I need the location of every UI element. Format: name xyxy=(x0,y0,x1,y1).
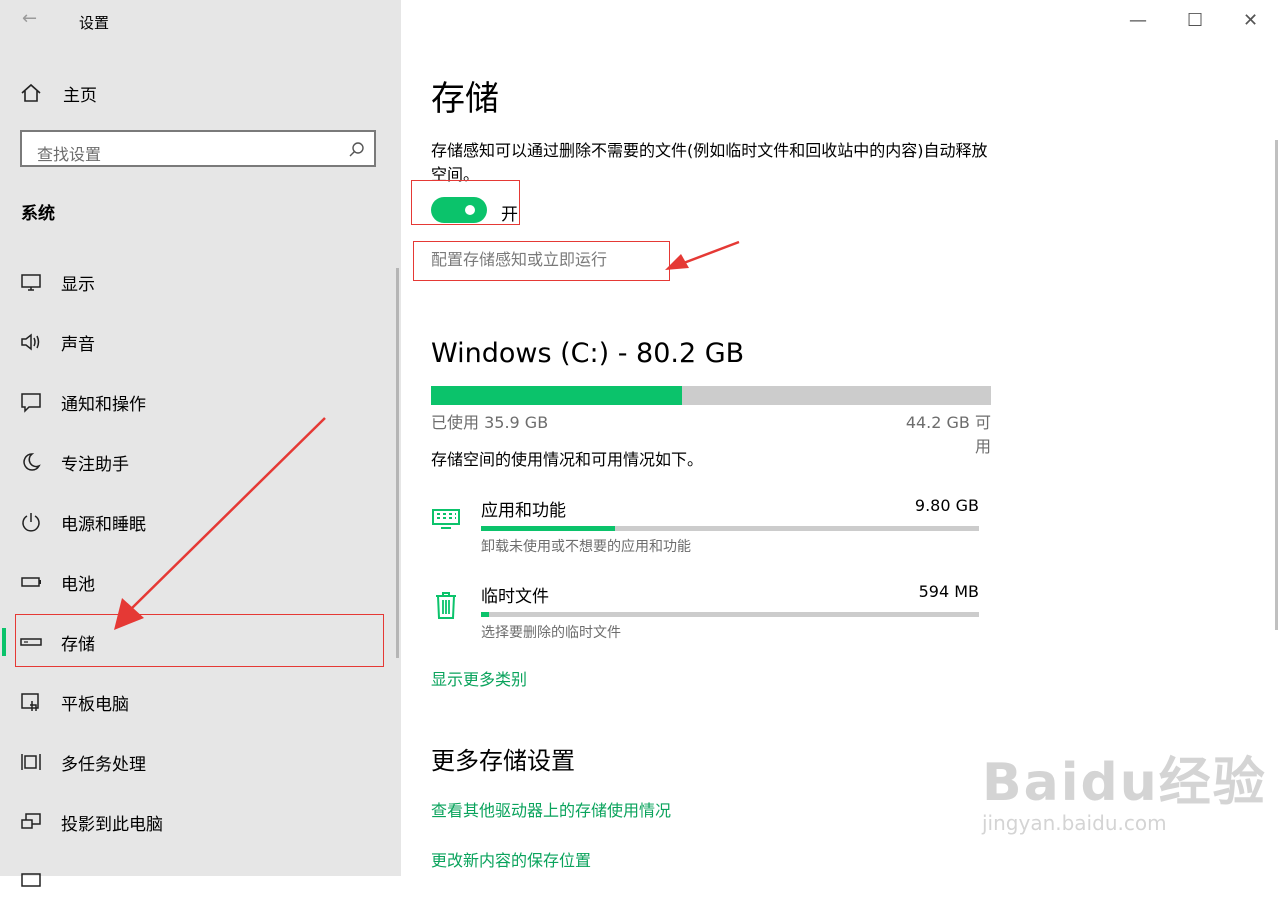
page-title: 存储 xyxy=(431,79,499,119)
drive-title: Windows (C:) - 80.2 GB xyxy=(431,338,745,369)
sidebar-item-home[interactable]: 主页 xyxy=(20,80,97,106)
available-space-label: 44.2 GB 可用 xyxy=(905,413,991,456)
apps-icon xyxy=(432,509,460,529)
sidebar-item-label: 电池 xyxy=(61,574,95,595)
notification-icon xyxy=(21,393,41,413)
category-size: 9.80 GB xyxy=(914,496,979,515)
search-input[interactable]: 查找设置 xyxy=(20,130,376,167)
sidebar-item-display[interactable]: 显示 xyxy=(0,258,401,306)
app-title: 设置 xyxy=(79,14,110,32)
category-bar xyxy=(481,526,979,531)
sidebar-scrollbar[interactable] xyxy=(396,268,399,658)
watermark: Baidu经验 jingyan.baidu.com xyxy=(982,740,1267,835)
search-icon xyxy=(349,142,364,157)
display-icon xyxy=(21,274,41,291)
annotation-box-toggle xyxy=(411,180,520,225)
category-size: 594 MB xyxy=(918,582,979,601)
annotation-arrow-sidebar xyxy=(114,417,326,630)
category-bar xyxy=(481,612,979,617)
sidebar-item-multitasking[interactable]: 多任务处理 xyxy=(0,738,401,786)
category-subtitle: 选择要删除的临时文件 xyxy=(481,625,621,641)
category-name: 临时文件 xyxy=(481,587,549,607)
maximize-button[interactable]: ☐ xyxy=(1187,10,1203,31)
annotation-box-configure xyxy=(413,241,670,281)
back-button[interactable]: ← xyxy=(22,8,37,29)
show-more-categories-link[interactable]: 显示更多类别 xyxy=(431,666,527,690)
speaker-icon xyxy=(21,333,40,351)
minimize-button[interactable]: — xyxy=(1129,10,1147,31)
annotation-arrow-main xyxy=(665,240,740,270)
sidebar-item-label: 投影到此电脑 xyxy=(61,814,163,835)
sidebar-item-tablet[interactable]: 平板电脑 xyxy=(0,678,401,726)
change-save-location-link[interactable]: 更改新内容的保存位置 xyxy=(431,847,591,871)
category-bar-fill xyxy=(481,612,489,617)
trash-icon xyxy=(436,592,456,619)
main-panel: — ☐ ✕ 存储 存储感知可以通过删除不需要的文件(例如临时文件和回收站中的内容… xyxy=(401,0,1282,876)
category-bar-fill xyxy=(481,526,616,531)
home-icon xyxy=(21,83,41,102)
drive-usage-bar xyxy=(431,386,991,405)
tablet-icon xyxy=(21,693,39,711)
usage-intro: 存储空间的使用情况和可用情况如下。 xyxy=(431,450,704,469)
category-apps[interactable]: 应用和功能 9.80 GB 卸载未使用或不想要的应用和功能 xyxy=(431,496,991,566)
project-icon xyxy=(21,813,41,829)
category-name: 应用和功能 xyxy=(481,501,566,521)
category-temp-files[interactable]: 临时文件 594 MB 选择要删除的临时文件 xyxy=(431,582,991,652)
close-button[interactable]: ✕ xyxy=(1243,10,1258,31)
category-subtitle: 卸载未使用或不想要的应用和功能 xyxy=(481,539,691,555)
section-label: 系统 xyxy=(21,204,55,224)
sidebar-item-sound[interactable]: 声音 xyxy=(0,318,401,366)
sidebar: ← 设置 主页 查找设置 系统 显示 声音 通知和操作 专注助手 电源和睡眠 电… xyxy=(0,0,401,887)
moon-icon xyxy=(23,453,41,471)
more-storage-settings-heading: 更多存储设置 xyxy=(431,747,575,775)
other-drives-usage-link[interactable]: 查看其他驱动器上的存储使用情况 xyxy=(431,797,671,821)
sidebar-item-label: 多任务处理 xyxy=(61,754,146,775)
sidebar-item-label: 平板电脑 xyxy=(61,694,129,715)
sidebar-item-label: 声音 xyxy=(61,334,95,355)
battery-icon xyxy=(21,577,41,587)
watermark-brand: Baidu经验 xyxy=(982,753,1267,813)
multitask-icon xyxy=(21,754,41,770)
sidebar-item-project[interactable]: 投影到此电脑 xyxy=(0,798,401,846)
shared-experience-icon xyxy=(21,873,41,887)
search-placeholder: 查找设置 xyxy=(37,145,102,164)
power-icon xyxy=(22,513,40,532)
sidebar-item-label: 显示 xyxy=(61,274,95,295)
back-arrow-icon: ← xyxy=(22,8,38,29)
drive-usage-fill xyxy=(431,386,682,405)
used-space-label: 已使用 35.9 GB xyxy=(431,413,549,432)
home-label: 主页 xyxy=(63,85,97,106)
main-scrollbar[interactable] xyxy=(1275,140,1278,630)
sidebar-item-partial[interactable] xyxy=(0,858,401,906)
